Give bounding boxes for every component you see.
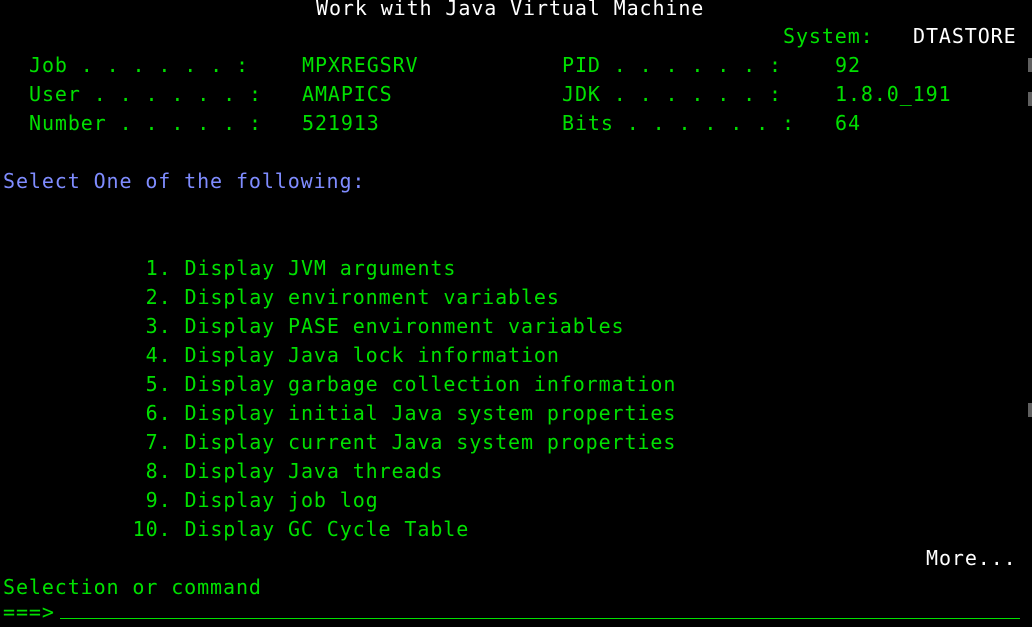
job-label: Job . . . . . . : — [29, 53, 249, 77]
number-label: Number . . . . . : — [29, 111, 262, 135]
number-value: 521913 — [302, 111, 380, 135]
menu-option[interactable]: 6. Display initial Java system propertie… — [68, 370, 676, 425]
jdk-label: JDK . . . . . . : — [562, 82, 782, 106]
command-input-underline — [60, 618, 1020, 619]
user-value: AMAPICS — [302, 82, 393, 106]
user-label: User . . . . . . : — [29, 82, 262, 106]
screen-title: Work with Java Virtual Machine — [316, 0, 705, 20]
pid-label: PID . . . . . . : — [562, 53, 782, 77]
bits-value: 64 — [835, 111, 861, 135]
scrollbar-mark — [1028, 403, 1032, 417]
menu-option[interactable]: 2. Display environment variables — [68, 254, 560, 309]
scrollbar-mark — [1028, 58, 1032, 72]
menu-option[interactable]: 10. Display GC Cycle Table — [55, 486, 469, 541]
menu-option[interactable]: 5. Display garbage collection informatio… — [68, 341, 676, 396]
bits-label: Bits . . . . . . : — [562, 111, 795, 135]
instructions-text: Select One of the following: — [3, 169, 366, 193]
option-label: Display GC Cycle Table — [184, 517, 470, 541]
pid-value: 92 — [835, 53, 861, 77]
scrollbar-mark — [1028, 92, 1032, 106]
menu-option[interactable]: 3. Display PASE environment variables — [68, 283, 625, 338]
menu-option[interactable]: 8. Display Java threads — [68, 428, 443, 483]
system-label: System: — [783, 24, 874, 48]
jdk-value: 1.8.0_191 — [835, 82, 952, 106]
menu-option[interactable]: 9. Display job log — [68, 457, 379, 512]
more-indicator[interactable]: More... — [926, 544, 1017, 573]
menu-option[interactable]: 1. Display JVM arguments — [68, 225, 456, 280]
command-arrow: ===> — [3, 600, 55, 624]
system-value: DTASTORE — [913, 24, 1017, 48]
job-value: MPXREGSRV — [302, 53, 419, 77]
option-number: 10. — [132, 517, 172, 541]
menu-option[interactable]: 7. Display current Java system propertie… — [68, 399, 676, 454]
terminal-screen: Work with Java Virtual Machine System: D… — [0, 0, 1032, 624]
menu-option[interactable]: 4. Display Java lock information — [68, 312, 560, 367]
